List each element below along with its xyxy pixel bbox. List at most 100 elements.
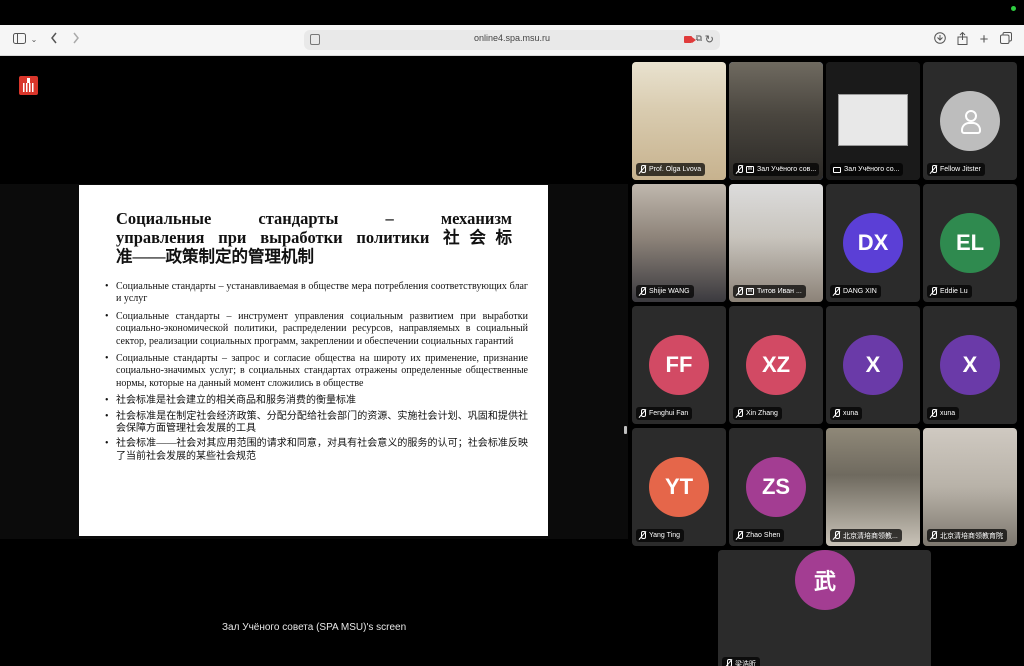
- slide-bullet: Социальные стандарты – запрос и согласие…: [105, 353, 528, 390]
- forward-button[interactable]: [70, 32, 82, 48]
- participant-tile[interactable]: Fellow Jitster: [923, 62, 1017, 180]
- participant-name: Xin Zhang: [746, 410, 778, 417]
- participant-tile[interactable]: EL Eddie Lu: [923, 184, 1017, 302]
- mic-off-icon: [930, 531, 937, 540]
- participant-tile[interactable]: YT Yang Ting: [632, 428, 726, 546]
- chevron-down-icon[interactable]: ⌄: [30, 32, 38, 48]
- participant-tile[interactable]: Xxuna: [923, 306, 1017, 424]
- mic-off-icon: [833, 409, 840, 418]
- mic-off-icon: [736, 409, 743, 418]
- avatar: YT: [649, 457, 709, 517]
- new-tab-icon[interactable]: +: [977, 32, 991, 48]
- avatar: [940, 91, 1000, 151]
- participant-name-bar: xuna: [830, 407, 863, 420]
- participant-name-bar: Xin Zhang: [733, 407, 782, 420]
- avatar: EL: [940, 213, 1000, 273]
- participant-name: Fellow Jitster: [940, 166, 981, 173]
- participant-name-bar: 梁浩昕: [722, 657, 760, 666]
- share-icon[interactable]: [955, 31, 969, 48]
- slide-title: Социальные стандарты – механизм управлен…: [116, 209, 512, 266]
- browser-toolbar: ⌄ online4.spa.msu.ru ⧉ ↻ +: [0, 25, 1024, 56]
- mic-off-icon: [930, 409, 937, 418]
- person-icon: [960, 110, 981, 134]
- participant-name-bar: Prof. Olga Lvova: [636, 163, 706, 176]
- avatar: FF: [649, 335, 709, 395]
- avatar: DX: [843, 213, 903, 273]
- meeting-stage: Социальные стандарты – механизм управлен…: [0, 56, 1024, 666]
- msu-logo: [19, 76, 38, 95]
- participant-name: Титов Иван ...: [757, 288, 802, 295]
- mic-off-icon: [639, 531, 646, 540]
- participant-name: Fenghui Fan: [649, 410, 689, 417]
- participant-name: DANG XIN: [843, 288, 877, 295]
- participant-name: Eddie Lu: [940, 288, 968, 295]
- participant-name-bar: Fellow Jitster: [927, 163, 985, 176]
- slide-thumbnail: [838, 94, 908, 146]
- mic-off-icon: [930, 287, 937, 296]
- top-bar: [0, 0, 1024, 25]
- participant-tile[interactable]: ZS Zhao Shen: [729, 428, 823, 546]
- slide-title-line: Социальные стандарты – механизм: [116, 209, 512, 228]
- participant-name: Zhao Shen: [746, 532, 781, 539]
- participant-tile[interactable]: M Зал Учёного сов...: [729, 62, 823, 180]
- avatar: XZ: [746, 335, 806, 395]
- participant-name-bar: Fenghui Fan: [636, 407, 693, 420]
- slide-bullet: Социальные стандарты – устанавливаемая в…: [105, 281, 528, 306]
- participant-tile[interactable]: 北京清培商领教...: [826, 428, 920, 546]
- mic-off-icon: [833, 287, 840, 296]
- participant-name: 北京清培商领教...: [843, 532, 898, 540]
- recording-indicator-icon: [1011, 6, 1016, 11]
- tab-overview-icon[interactable]: [999, 32, 1013, 48]
- participant-name: Зал Учёного сов...: [757, 166, 817, 173]
- camera-in-use-icon[interactable]: [684, 36, 696, 43]
- participant-name: xuna: [940, 410, 956, 417]
- participant-tile[interactable]: Shijie WANG: [632, 184, 726, 302]
- mic-off-icon: [736, 165, 743, 174]
- mic-off-icon: [833, 531, 840, 540]
- participant-name-bar: Yang Ting: [636, 529, 685, 542]
- participant-tile[interactable]: 北京清培商领教育院: [923, 428, 1017, 546]
- participant-name-bar: Shijie WANG: [636, 285, 694, 298]
- mic-off-icon: [639, 165, 646, 174]
- mic-off-icon: [639, 287, 646, 296]
- participant-name: Зал Учёного со...: [844, 166, 900, 173]
- participant-name-bar: DANG XIN: [830, 285, 881, 298]
- participant-tile[interactable]: Зал Учёного со...: [826, 62, 920, 180]
- presentation-slide: Социальные стандарты – механизм управлен…: [79, 185, 548, 536]
- participant-tile[interactable]: DX DANG XIN: [826, 184, 920, 302]
- participant-tile[interactable]: XZ Xin Zhang: [729, 306, 823, 424]
- slide-bullet: Социальные стандарты – инструмент управл…: [105, 311, 528, 348]
- participant-name: 北京清培商领教育院: [940, 532, 1003, 540]
- screen-share-icon: [833, 166, 841, 173]
- mic-off-icon: [736, 531, 743, 540]
- mic-off-icon: [639, 409, 646, 418]
- participant-name-bar: 北京清培商领教...: [830, 529, 902, 542]
- participant-name: Yang Ting: [649, 532, 681, 539]
- resize-handle[interactable]: [624, 426, 627, 434]
- mic-off-icon: [930, 165, 937, 174]
- participant-name-bar: M Титов Иван ...: [733, 285, 806, 298]
- avatar: X: [843, 335, 903, 395]
- participant-name-bar: Eddie Lu: [927, 285, 972, 298]
- participant-name: Shijie WANG: [649, 288, 690, 295]
- participant-name-bar: Zhao Shen: [733, 529, 785, 542]
- participant-tile[interactable]: FF Fenghui Fan: [632, 306, 726, 424]
- participant-tile[interactable]: Xxuna: [826, 306, 920, 424]
- share-screen-icon[interactable]: ⧉: [696, 33, 702, 44]
- back-button[interactable]: [48, 32, 60, 48]
- mic-off-icon: [725, 659, 732, 666]
- sidebar-toggle-icon[interactable]: [12, 32, 26, 48]
- slide-bullet: 社会标准——社会对其应用范围的请求和同意，对具有社会意义的服务的认可；社会标准反…: [105, 438, 528, 463]
- avatar: 武: [795, 550, 855, 610]
- participant-name-bar: 北京清培商领教育院: [927, 529, 1007, 542]
- participant-tile[interactable]: 武梁浩昕: [718, 550, 931, 666]
- participant-name-bar: Зал Учёного со...: [830, 163, 904, 176]
- reload-icon[interactable]: ↻: [705, 33, 714, 46]
- participant-name: Prof. Olga Lvova: [649, 166, 702, 173]
- address-bar[interactable]: online4.spa.msu.ru ⧉ ↻: [304, 30, 720, 50]
- participant-tile[interactable]: M Титов Иван ...: [729, 184, 823, 302]
- participant-name-bar: M Зал Учёного сов...: [733, 163, 819, 176]
- avatar: X: [940, 335, 1000, 395]
- download-icon[interactable]: [933, 32, 947, 48]
- participant-tile[interactable]: Prof. Olga Lvova: [632, 62, 726, 180]
